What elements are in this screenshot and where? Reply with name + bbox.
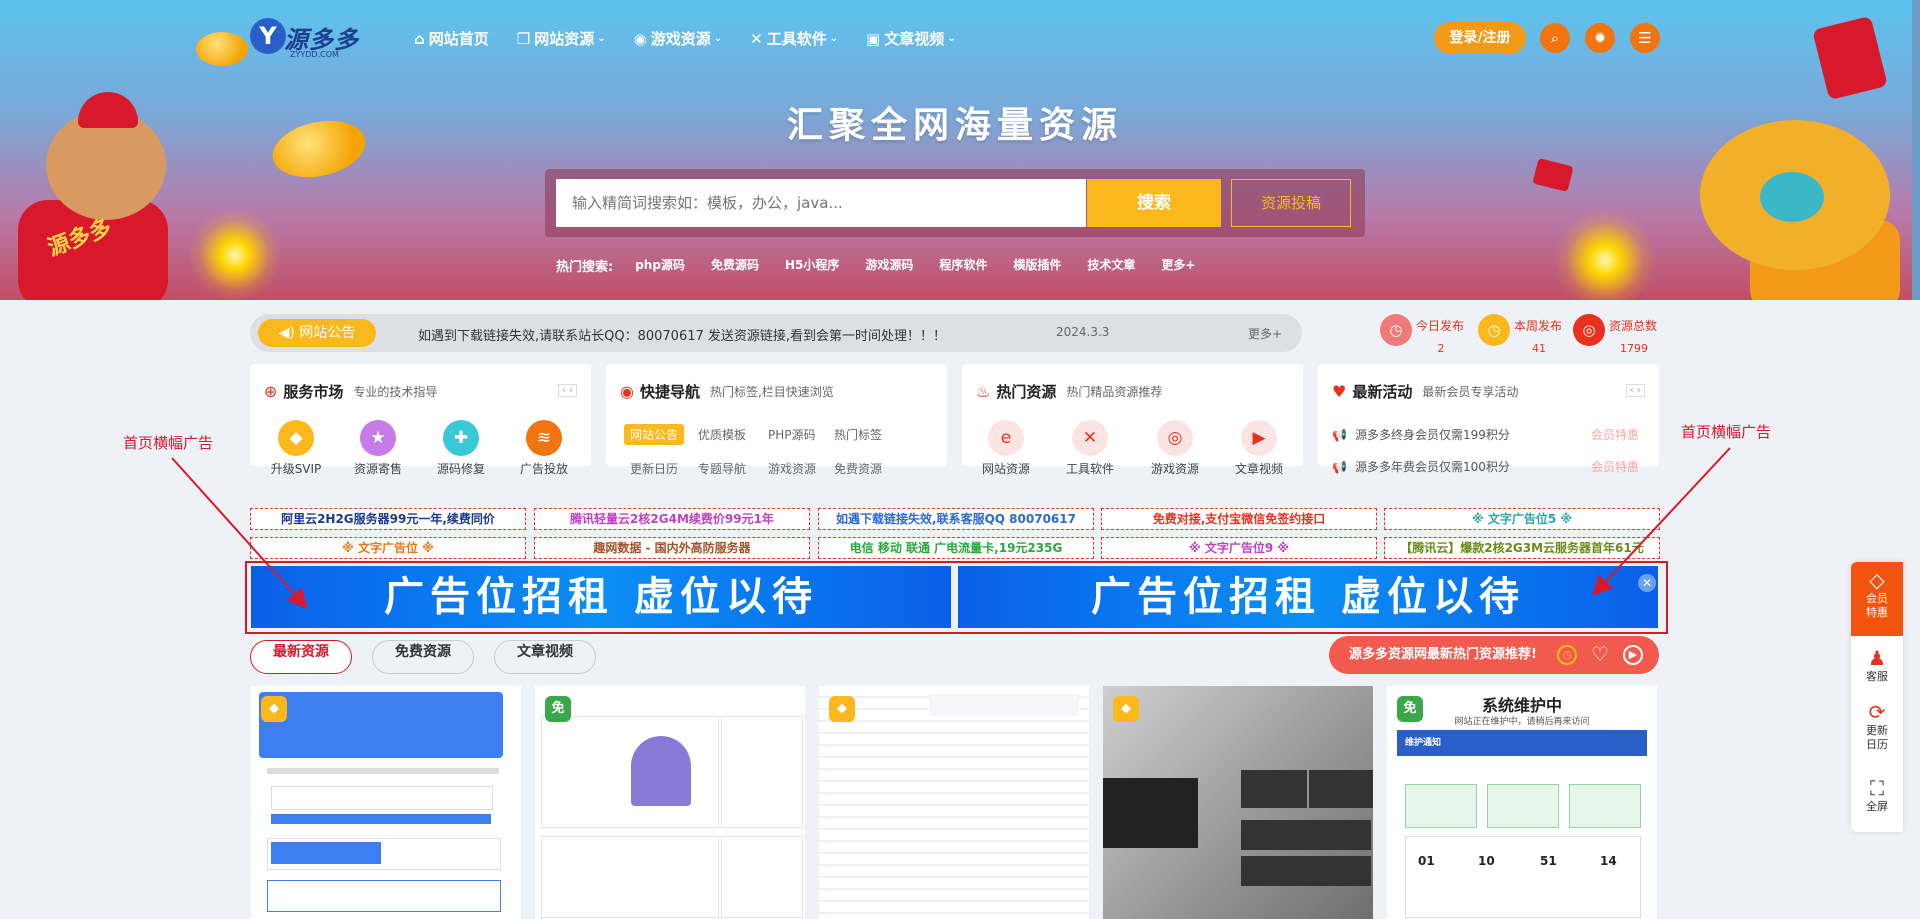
heart-outline-icon[interactable]: ♡: [1590, 644, 1610, 665]
play-circle-icon[interactable]: ▶: [1623, 645, 1643, 665]
vip-gem-icon: ◆: [261, 696, 287, 722]
diamond-icon: ◇: [1869, 568, 1885, 592]
countdown-seconds: 14: [1600, 854, 1617, 868]
floating-sidebar: ◇ 会员特惠 ♟ 客服 ⟳ 更新日历 ⛶ 全屏: [1851, 562, 1903, 832]
sidebar-vip-button[interactable]: ◇ 会员特惠: [1851, 562, 1903, 636]
free-badge: 免: [1397, 696, 1423, 722]
free-badge: 免: [545, 696, 571, 722]
resource-thumb[interactable]: 系统维护中 网站正在维护中，请稍后再来访问 维护通知 01 10 51 14 免: [1387, 686, 1657, 919]
maintenance-subtitle: 网站正在维护中，请稍后再来访问: [1454, 717, 1590, 727]
maintenance-title: 系统维护中: [1481, 696, 1562, 715]
sidebar-fullscreen[interactable]: ⛶ 全屏: [1851, 776, 1903, 814]
resource-thumb[interactable]: ◆: [1103, 686, 1373, 919]
service-bell-icon: ♟: [1868, 646, 1886, 670]
vip-gem-icon: ◆: [1113, 696, 1139, 722]
resource-thumb[interactable]: ◆: [819, 686, 1089, 919]
tab-articles[interactable]: 文章视频: [494, 640, 596, 674]
annotation-arrow: [1592, 447, 1731, 596]
countdown-hours: 10: [1478, 854, 1495, 868]
countdown-days: 01: [1418, 854, 1435, 868]
annotation-arrow: [171, 457, 308, 609]
vip-gem-icon: ◆: [829, 696, 855, 722]
resource-thumb[interactable]: 免: [535, 686, 805, 919]
sidebar-customer-service[interactable]: ♟ 客服: [1851, 646, 1903, 684]
maintenance-notice: 维护通知: [1397, 730, 1647, 756]
resource-thumb[interactable]: ◆: [251, 686, 521, 919]
sidebar-update-calendar[interactable]: ⟳ 更新日历: [1851, 700, 1903, 752]
promo-bar[interactable]: 源多多资源网最新热门资源推荐! ◷ ♡ ▶: [1329, 636, 1659, 674]
tab-free[interactable]: 免费资源: [372, 640, 474, 674]
fullscreen-icon: ⛶: [1870, 776, 1884, 800]
refresh-icon: ⟳: [1868, 700, 1886, 724]
tab-latest[interactable]: 最新资源: [250, 640, 352, 674]
clock-icon[interactable]: ◷: [1557, 645, 1577, 665]
countdown-minutes: 51: [1540, 854, 1557, 868]
